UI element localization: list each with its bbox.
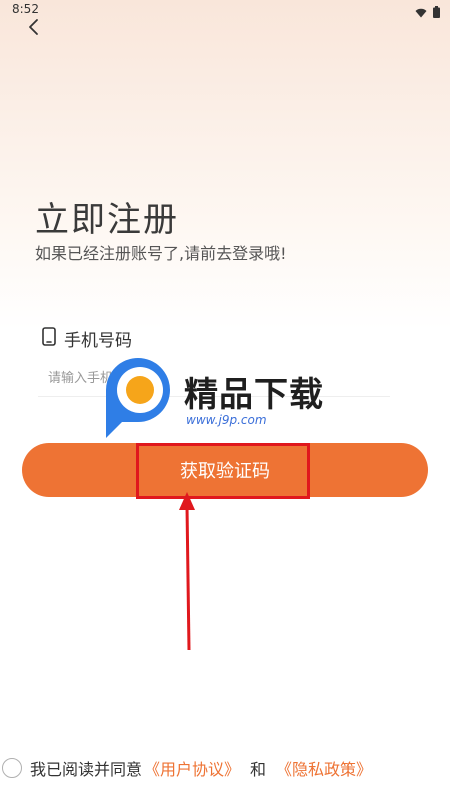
back-button[interactable] <box>20 16 46 42</box>
privacy-policy-link[interactable]: 《隐私政策》 <box>276 756 372 780</box>
phone-field-label-row: 手机号码 <box>42 326 132 351</box>
status-bar: 8:52 <box>0 0 450 20</box>
wifi-icon <box>415 3 427 22</box>
chevron-left-icon <box>27 18 39 40</box>
phone-number-input[interactable] <box>38 360 390 397</box>
mobile-phone-icon <box>42 327 56 350</box>
page-subtitle: 如果已经注册账号了,请前去登录哦! <box>35 244 287 263</box>
status-icons <box>415 3 440 22</box>
annotation-arrow <box>179 492 195 651</box>
battery-icon <box>433 3 440 22</box>
agreement-row: 我已阅读并同意 《用户协议》 和 《隐私政策》 <box>2 755 374 781</box>
user-agreement-link[interactable]: 《用户协议》 <box>144 756 240 780</box>
page-title: 立即注册 <box>35 200 179 240</box>
phone-field-label: 手机号码 <box>64 331 132 351</box>
status-time: 8:52 <box>12 2 39 16</box>
agreement-and: 和 <box>250 760 267 779</box>
get-verification-code-button[interactable]: 获取验证码 <box>22 443 428 497</box>
agreement-prefix: 我已阅读并同意 <box>30 760 143 779</box>
watermark-url: www.j9p.com <box>186 413 267 427</box>
agreement-checkbox[interactable] <box>2 758 22 778</box>
header-gradient-background <box>0 0 450 330</box>
